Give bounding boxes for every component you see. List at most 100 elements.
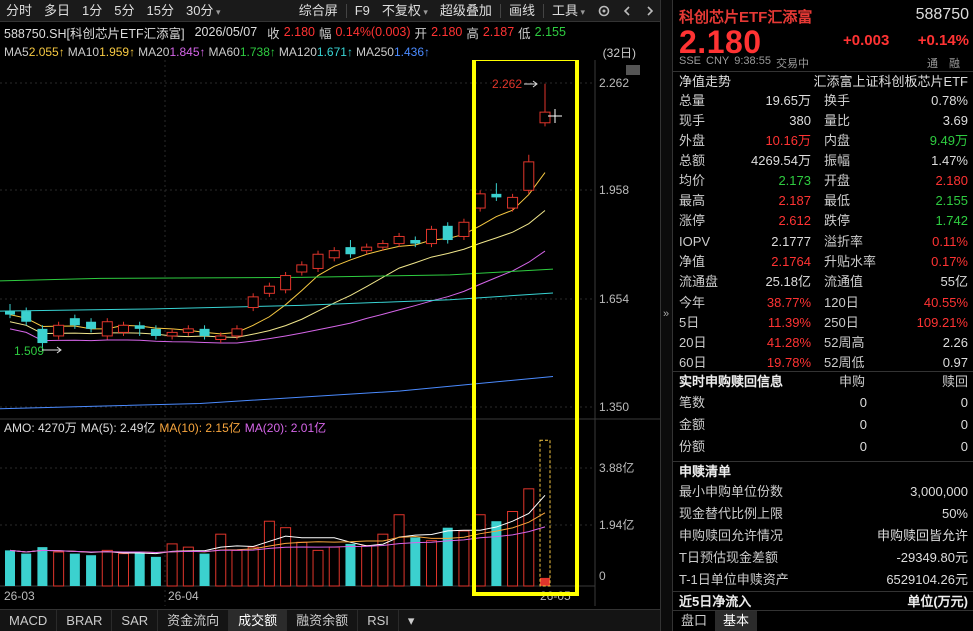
high-label: 高 (466, 26, 479, 41)
sg-value: 0 (960, 417, 968, 432)
tab-basic[interactable]: 基本 (715, 611, 758, 631)
tab-sar[interactable]: SAR (112, 609, 159, 631)
stat-value: 25.18亿 (765, 274, 811, 289)
connect-badge: 通 (927, 58, 938, 70)
wp-badge (626, 65, 640, 75)
draw-line-button[interactable]: 画线 (503, 0, 541, 22)
sg-value: 0 (960, 439, 968, 454)
panel-tabs: 盘口 基本 (673, 610, 973, 631)
collapse-icon: » (663, 308, 670, 320)
market-status: SSE CNY 9:38:55 交易中 通 融 (679, 55, 969, 71)
stat-row: 涨停 2.612 跌停 1.742 (673, 211, 973, 231)
close-value: 2.180 (283, 25, 315, 39)
nav-trend-header[interactable]: 净值走势 汇添富上证科创板芯片ETF (673, 71, 973, 91)
stat-label: 换手 (824, 93, 851, 108)
candle-body (166, 331, 178, 337)
candle-body (410, 240, 421, 244)
panel-collapse-handle[interactable]: » (660, 0, 672, 631)
stat-value: 11.39% (767, 315, 811, 330)
next-icon[interactable] (640, 1, 660, 21)
candle-body (296, 264, 308, 273)
amo-value: AMO: 4270万 (4, 420, 77, 435)
kline-chart[interactable]: 2.262 1.958 1.654 1.350 3.88亿 1.94亿 0 26-03 26-0… (0, 60, 660, 610)
volume-bar (442, 527, 453, 586)
prev-icon[interactable] (617, 1, 637, 21)
candle-body (458, 221, 470, 237)
stat-label: 跌停 (824, 213, 851, 228)
tab-more[interactable]: ▾ (399, 610, 424, 631)
tab-30min[interactable]: 30分 (180, 0, 227, 22)
quote-time: 9:38:55 (734, 55, 771, 67)
sg-label: 笔数 (679, 395, 706, 410)
tab-fund-flow[interactable]: 资金流向 (158, 609, 230, 631)
redeem-list-header: 申赎清单 (673, 461, 973, 481)
super-overlay-button[interactable]: 超级叠加 (434, 0, 498, 22)
ma120-label: MA120 (278, 45, 317, 59)
no-adjust-button[interactable]: 不复权 (376, 0, 434, 22)
ma250-value: 1.436↑ (393, 45, 431, 59)
volume-bar (540, 577, 550, 586)
tab-1min[interactable]: 1分 (76, 0, 108, 22)
low-label: 低 (518, 26, 531, 41)
candle-body (101, 321, 113, 337)
candle-body (134, 325, 145, 329)
candle-body (21, 311, 32, 322)
price-tick-label: 1.958 (599, 183, 629, 197)
stat-label: 涨停 (679, 213, 706, 228)
stat-row: 外盘 10.16万 内盘 9.49万 (673, 131, 973, 151)
sg-value: 0 (859, 417, 867, 432)
tools-button[interactable]: 工具 (546, 0, 591, 22)
volume-bar (5, 550, 15, 586)
tab-multiday[interactable]: 多日 (38, 0, 76, 22)
volume-bar (263, 520, 275, 587)
candle-body (280, 275, 292, 291)
tab-15min[interactable]: 15分 (141, 0, 180, 22)
period-dropdown[interactable]: (32日) (603, 44, 636, 61)
candle-body (247, 296, 259, 309)
indicator-tabs: MACD BRAR SAR 资金流向 成交额 融资余额 RSI ▾ (0, 609, 660, 631)
tab-rsi[interactable]: RSI (358, 609, 399, 631)
stat-value: 2.173 (778, 173, 811, 188)
tab-intraday[interactable]: 分时 (0, 0, 38, 22)
sg-value: 0 (859, 395, 867, 410)
volume-bar (101, 549, 113, 587)
list-label: T日预估现金差额 (679, 550, 778, 565)
volume-bar (69, 553, 80, 586)
sg-row: 金额 0 0 (673, 415, 973, 435)
sg-row: 份额 0 0 (673, 437, 973, 457)
stat-label: 60日 (679, 355, 707, 370)
stat-value: 2.180 (935, 173, 968, 188)
stat-label: 120日 (824, 295, 859, 310)
tab-5min[interactable]: 5分 (108, 0, 140, 22)
f9-button[interactable]: F9 (349, 0, 376, 22)
settings-icon[interactable] (594, 1, 614, 21)
stat-row: 5日 11.39% 250日 109.21% (673, 313, 973, 333)
open-label: 开 (414, 26, 428, 41)
low-marker-label: 1.509 (14, 344, 44, 358)
change-label: 幅 (318, 26, 332, 41)
stat-value: 40.55% (923, 295, 968, 310)
stat-value: 0.11% (932, 234, 968, 249)
stat-value: 2.612 (778, 213, 811, 228)
composite-screen-button[interactable]: 综合屏 (293, 0, 344, 22)
close-label: 收 (267, 26, 280, 41)
fund-code: 588750 (915, 6, 969, 23)
tab-macd[interactable]: MACD (0, 609, 58, 631)
volume-bar (410, 537, 421, 586)
volume-bar (345, 543, 356, 586)
amo-ma10: MA(10): 2.15亿 (159, 420, 241, 435)
volume-tick-label: 1.94亿 (599, 517, 634, 532)
tab-order-book[interactable]: 盘口 (673, 611, 715, 631)
candle-body (361, 246, 373, 252)
sg-col-subscribe: 申购 (839, 374, 866, 389)
volume-bar (393, 514, 405, 587)
stat-value: 38.77% (766, 295, 811, 310)
candle-body (69, 318, 80, 326)
tab-margin[interactable]: 融资余额 (287, 609, 359, 631)
quote-date: 2026/05/07 (194, 25, 258, 39)
tab-turnover[interactable]: 成交额 (229, 609, 288, 631)
list-row: T日预估现金差额 -29349.80元 (673, 548, 973, 568)
candle-body (150, 328, 161, 336)
tab-brar[interactable]: BRAR (57, 609, 113, 631)
volume-bar (53, 551, 65, 587)
